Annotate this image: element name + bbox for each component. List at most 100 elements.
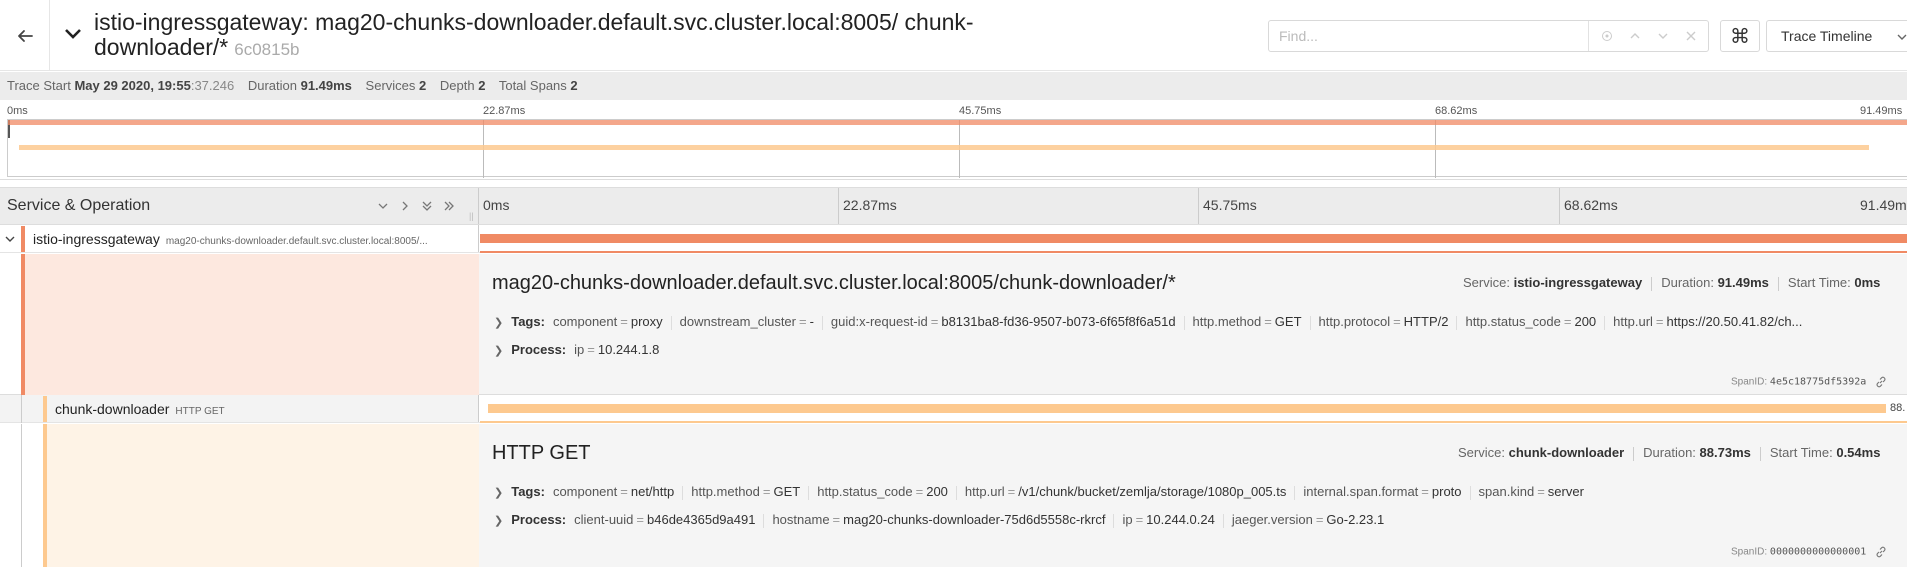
kv-value: GET xyxy=(773,484,801,499)
kv-equals: = xyxy=(1655,314,1664,329)
span-detail-title: mag20-chunks-downloader.default.svc.clus… xyxy=(492,272,1176,294)
kv-pair: guid:x-request-id = b8131ba8-fd36-9507-b07… xyxy=(831,314,1176,329)
chevron-right-icon: ❯ xyxy=(494,345,504,357)
kv-equals: = xyxy=(620,484,628,499)
kv-equals: = xyxy=(1563,314,1572,329)
tree-guide xyxy=(21,424,22,567)
kv-key: http.status_code xyxy=(817,484,913,499)
minimap-span-bar xyxy=(19,145,1869,150)
expand-all-icon[interactable] xyxy=(440,197,458,215)
tag-list: component = proxy downstream_cluster = - guid:… xyxy=(552,314,1802,330)
process-list: client-uuid = b46de4365d9a491 hostname = mag2… xyxy=(574,512,1384,528)
kv-key: internal.span.format xyxy=(1303,484,1419,499)
close-icon[interactable] xyxy=(1677,21,1705,51)
keyboard-shortcuts-button[interactable]: ⌘ xyxy=(1720,20,1760,52)
trace-title: istio-ingressgateway: mag20-chunks-downl… xyxy=(94,9,974,60)
kv-equals: = xyxy=(1007,484,1016,499)
view-selector[interactable]: Trace Timeline xyxy=(1766,20,1907,52)
back-button[interactable] xyxy=(0,0,50,71)
locate-icon[interactable] xyxy=(1593,21,1621,51)
span-bar-underline xyxy=(480,251,1907,253)
trace-id: 6c0815b xyxy=(234,40,300,59)
chevron-down-small-icon[interactable] xyxy=(1649,21,1677,51)
span-detail-title: HTTP GET xyxy=(492,442,591,464)
span-operation-name: mag20-chunks-downloader.default.svc.clus… xyxy=(165,236,428,247)
timeline-gridline xyxy=(838,188,839,224)
chevron-right-icon: ❯ xyxy=(494,317,504,329)
kv-pair: ip = 10.244.1.8 xyxy=(574,342,659,357)
service-color-marker xyxy=(43,396,47,422)
link-icon[interactable] xyxy=(1875,546,1887,558)
span-tags-row[interactable]: ❯ Tags: component = net/http http.method = GET h… xyxy=(494,484,1907,500)
kv-separator xyxy=(682,485,684,500)
arrow-left-icon xyxy=(17,29,33,42)
kv-pair: http.method = GET xyxy=(1193,314,1302,329)
span-name-cell[interactable]: chunk-downloader HTTP GET xyxy=(0,395,479,423)
expand-one-icon[interactable] xyxy=(396,197,414,215)
chevron-right-icon: ❯ xyxy=(494,487,504,499)
trace-start: Trace Start May 29 2020, 19:55:37.246 xyxy=(7,78,235,93)
kv-equals: = xyxy=(930,314,939,329)
chevron-right-icon: ❯ xyxy=(494,515,504,527)
kv-separator xyxy=(1604,315,1606,330)
service-operation-header: Service & Operation || xyxy=(0,188,479,224)
column-title: Service & Operation xyxy=(7,197,151,214)
span-operation-name: HTTP GET xyxy=(175,406,225,417)
span-name-cell[interactable]: istio-ingressgateway mag20-chunks-downloa… xyxy=(0,225,479,252)
span-bar[interactable] xyxy=(488,404,1886,413)
span-detail-meta: Service: chunk-downloader Duration: 88.73… xyxy=(1458,445,1881,461)
resize-handle-icon[interactable]: || xyxy=(469,211,477,221)
span-row[interactable]: chunk-downloader HTTP GET 88. xyxy=(0,395,1907,423)
span-detail-fill xyxy=(47,424,479,567)
collapse-one-icon[interactable] xyxy=(374,197,392,215)
trace-minimap[interactable]: 0ms 22.87ms 45.75ms 68.62ms 91.49ms xyxy=(0,100,1907,180)
chevron-down-icon[interactable] xyxy=(4,233,16,245)
kv-value: 200 xyxy=(926,484,948,499)
span-detail-left xyxy=(0,424,479,567)
kv-value: 200 xyxy=(1574,314,1597,329)
page-title: istio-ingressgateway: mag20-chunks-downl… xyxy=(94,10,1034,62)
timeline-header: Service & Operation || 0ms 22.87ms 45.75… xyxy=(0,187,1907,225)
find-box xyxy=(1268,20,1709,52)
kv-value: b46de4365d9a491 xyxy=(647,512,756,527)
chevron-up-icon[interactable] xyxy=(1621,21,1649,51)
kv-separator xyxy=(1294,485,1296,500)
kv-value: net/http xyxy=(630,484,675,499)
span-process-row[interactable]: ❯ Process: client-uuid = b46de4365d9a491 host… xyxy=(494,512,1907,528)
trace-total-spans: Total Spans 2 xyxy=(498,78,578,93)
collapse-all-icon[interactable] xyxy=(418,197,436,215)
kv-equals: = xyxy=(1135,512,1144,527)
trace-info-bar: Trace Start May 29 2020, 19:55:37.246 Du… xyxy=(0,72,1907,100)
span-row[interactable]: istio-ingressgateway mag20-chunks-downloa… xyxy=(0,225,1907,253)
timeline-tick: 68.62ms xyxy=(1564,197,1618,213)
minimap-tick: 45.75ms xyxy=(959,105,1002,117)
kv-separator xyxy=(763,513,765,528)
span-tags-row[interactable]: ❯ Tags: component = proxy downstream_cluster =… xyxy=(494,314,1907,330)
kv-value: /v1/chunk/bucket/zemlja/storage/1080p_00… xyxy=(1018,484,1287,499)
kv-pair: http.status_code = 200 xyxy=(1465,314,1596,329)
timeline-tick: 22.87ms xyxy=(843,197,897,213)
kv-value: GET xyxy=(1274,314,1302,329)
find-input[interactable] xyxy=(1269,21,1589,51)
link-icon[interactable] xyxy=(1875,376,1887,388)
span-bar[interactable] xyxy=(480,234,1907,243)
span-process-row[interactable]: ❯ Process: ip = 10.244.1.8 xyxy=(494,342,1907,357)
timeline-gridline xyxy=(1559,188,1560,224)
kv-equals: = xyxy=(587,342,595,357)
kv-value: HTTP/2 xyxy=(1403,314,1449,329)
minimap-span-bar xyxy=(8,120,1907,125)
kv-key: component xyxy=(552,314,618,329)
timeline-tick: 0ms xyxy=(483,197,510,213)
minimap-tick: 0ms xyxy=(7,105,28,117)
tree-guide xyxy=(21,395,22,423)
timeline-tick: 45.75ms xyxy=(1203,197,1257,213)
kv-equals: = xyxy=(915,484,924,499)
trace-duration: Duration 91.49ms xyxy=(247,78,352,93)
span-bar-underline xyxy=(480,421,1907,423)
kv-pair: component = net/http xyxy=(553,484,674,499)
kv-separator xyxy=(808,485,810,500)
chevron-down-icon[interactable] xyxy=(62,22,84,44)
kv-key: http.protocol xyxy=(1318,314,1391,329)
trace-header: istio-ingressgateway: mag20-chunks-downl… xyxy=(0,0,1907,71)
kv-key: jaeger.version xyxy=(1231,512,1313,527)
